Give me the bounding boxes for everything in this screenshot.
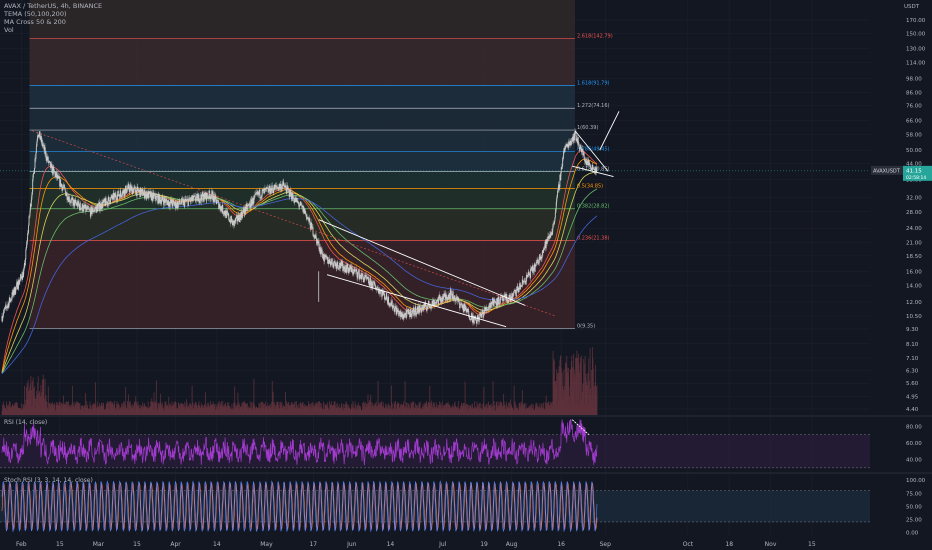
rsi-tick-label: 80.00	[906, 424, 922, 430]
fib-level-label: 0.382(28.82)	[577, 204, 610, 210]
fib-zone	[29, 151, 575, 172]
time-tick-label: 14	[387, 541, 395, 548]
price-chart[interactable]: 2.618(142.79) 1.618(91.79) 1.272(74.16) 1(6…	[0, 0, 932, 550]
fib-zone	[29, 108, 575, 131]
price-tick-label: 21.00	[906, 240, 922, 246]
time-tick-label: 15	[133, 541, 141, 548]
price-tick-label: 76.00	[906, 104, 922, 110]
price-tick-label: 32.00	[906, 196, 922, 202]
time-tick-label: Nov	[765, 541, 777, 548]
rsi-tick-label: 60.00	[906, 441, 922, 447]
time-tick-label: 14	[213, 541, 221, 548]
fib-level-label: 1.618(91.79)	[577, 81, 610, 87]
price-tick-label: 24.00	[906, 226, 922, 232]
price-tick-label: 10.50	[906, 314, 922, 320]
time-tick-label: May	[260, 541, 273, 548]
price-tick-label: 98.00	[906, 77, 922, 83]
time-tick-label: 16	[557, 541, 565, 548]
time-tick-label: 19	[480, 541, 488, 548]
fib-level-label: 1.272(74.16)	[577, 103, 610, 109]
fib-zone	[29, 171, 575, 189]
time-tick-label: Oct	[683, 541, 694, 548]
fib-zone-top	[29, 0, 575, 39]
stoch-tick-label: 50.00	[906, 504, 922, 510]
stoch-tick-label: 0.00	[906, 530, 919, 536]
stoch-tick-label: 100.00	[906, 478, 926, 484]
fib-zone	[29, 240, 575, 329]
stoch-rsi-label[interactable]: Stoch RSI (3, 3, 14, 14, close)	[4, 477, 93, 484]
price-tick-label: 5.60	[906, 381, 919, 387]
time-tick-label: Sep	[600, 541, 612, 548]
fib-zone	[29, 38, 575, 86]
price-tick-label: 4.95	[906, 394, 919, 400]
time-tick-label: 15	[56, 541, 64, 548]
rsi-label[interactable]: RSI (14, close)	[4, 419, 47, 426]
price-tick-label: 50.00	[906, 148, 922, 154]
chart-legend: AVAX / TetherUS, 4h, BINANCE TEMA (50,10…	[4, 2, 102, 34]
price-tick-label: 86.00	[906, 90, 922, 96]
stoch-tick-label: 25.00	[906, 517, 922, 523]
fib-zone	[29, 208, 575, 241]
currency-label[interactable]: USDT	[904, 4, 919, 10]
price-tick-label: 58.00	[906, 132, 922, 138]
price-tick-label: 8.10	[906, 342, 919, 348]
price-tick-label: 170.00	[906, 18, 926, 24]
fib-zone	[29, 85, 575, 109]
fib-level-label: 0(9.35)	[577, 323, 595, 329]
rsi-tick-label: 40.00	[906, 458, 922, 464]
time-tick-label: Mar	[93, 541, 105, 548]
time-tick-label: Aug	[506, 541, 518, 548]
price-tick-label: 18.50	[906, 254, 922, 260]
price-tick-label: 12.00	[906, 300, 922, 306]
price-tick-label: 9.30	[906, 327, 919, 333]
time-tick-label: Jun	[346, 541, 357, 548]
time-tick-label: Feb	[16, 541, 27, 548]
price-tick-label: 7.10	[906, 356, 919, 362]
indicator-tema[interactable]: TEMA (50,100,200)	[4, 10, 102, 18]
fib-zones	[29, 0, 575, 329]
price-tick-label: 28.00	[906, 210, 922, 216]
price-tick-label: 16.00	[906, 269, 922, 275]
indicator-ma-cross[interactable]: MA Cross 50 & 200	[4, 18, 102, 26]
indicator-volume[interactable]: Vol	[4, 26, 102, 34]
time-tick-label: Apr	[170, 541, 181, 548]
symbol-title[interactable]: AVAX / TetherUS, 4h, BINANCE	[4, 2, 102, 10]
price-tick-label: 114.00	[906, 60, 926, 66]
fib-level-label: 0.5(34.85)	[577, 184, 603, 190]
price-tag-countdown: 02:58:14	[906, 175, 926, 181]
price-tick-label: 130.00	[906, 47, 926, 53]
price-tag-value: 41.15	[906, 168, 922, 174]
time-tick-label: 15	[808, 541, 816, 548]
price-tick-label: 66.00	[906, 119, 922, 125]
fib-level-label: 0.236(21.38)	[577, 235, 610, 241]
price-tick-label: 150.00	[906, 31, 926, 37]
fib-level-label: 1(60.39)	[577, 125, 598, 131]
time-tick-label: 17	[309, 541, 317, 548]
fib-level-label: 2.618(142.79)	[577, 34, 613, 40]
price-tick-label: 6.30	[906, 369, 919, 375]
price-tick-label: 4.40	[906, 407, 919, 413]
price-tick-label: 14.00	[906, 284, 922, 290]
stoch-tick-label: 75.00	[906, 491, 922, 497]
symbol-tag-text: AVAXUSDT	[873, 168, 901, 174]
time-tick-label: 18	[725, 541, 733, 548]
time-tick-label: Jul	[438, 541, 447, 548]
fib-zone	[29, 130, 575, 152]
